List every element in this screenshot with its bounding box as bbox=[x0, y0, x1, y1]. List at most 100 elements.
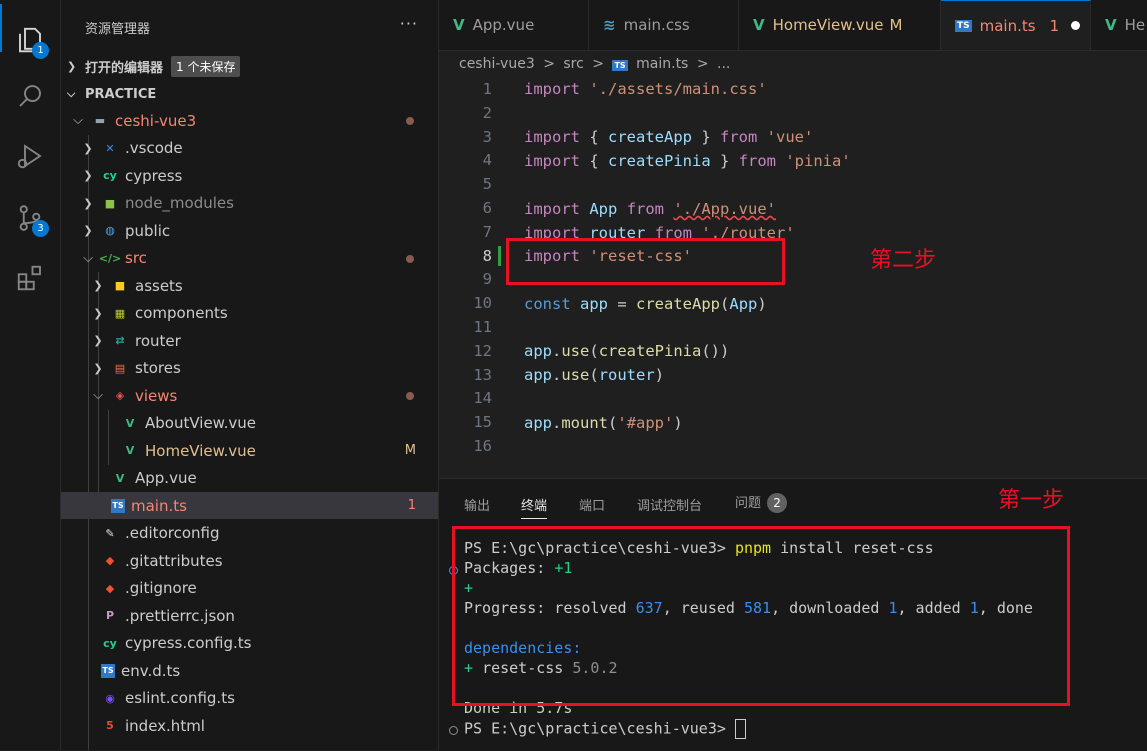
tree-item[interactable]: V AboutView.vue bbox=[61, 410, 438, 437]
vue-icon: V bbox=[753, 16, 765, 34]
tree-item-label: App.vue bbox=[135, 469, 197, 487]
tree-item[interactable]: P .prettierrc.json bbox=[61, 602, 438, 629]
tree-item[interactable]: ❯ ▤ stores bbox=[61, 355, 438, 382]
line-number: 7 bbox=[482, 222, 492, 241]
run-debug-icon[interactable] bbox=[0, 130, 60, 182]
tab-ports[interactable]: 端口 bbox=[579, 495, 605, 514]
src-folder-icon: </> bbox=[98, 251, 122, 265]
project-section[interactable]: ⌵ PRACTICE bbox=[61, 81, 438, 107]
extensions-icon[interactable] bbox=[0, 252, 60, 304]
css-icon: ≋ bbox=[603, 16, 616, 34]
breadcrumb-item[interactable]: ceshi-vue3 bbox=[459, 56, 535, 72]
line-number: 10 bbox=[473, 294, 492, 313]
tree-item[interactable]: ❯ ⇄ router bbox=[61, 327, 438, 354]
tree-item-label: HomeView.vue bbox=[145, 441, 256, 460]
breadcrumb: ceshi-vue3 > src > TS main.ts > ... bbox=[459, 56, 734, 72]
tree-item[interactable]: TS env.d.ts bbox=[61, 657, 438, 684]
git-change-marker bbox=[498, 246, 501, 266]
tree-item[interactable]: V App.vue bbox=[61, 465, 438, 492]
tree-item[interactable]: ❯ ✕ .vscode bbox=[61, 135, 438, 162]
tree-item[interactable]: V HomeView.vue M bbox=[61, 437, 438, 464]
chevron-right-icon: ❯ bbox=[67, 59, 77, 73]
tab-debug-console[interactable]: 调试控制台 bbox=[637, 495, 702, 514]
highlight-box-step2 bbox=[506, 238, 785, 285]
line-number: 14 bbox=[473, 389, 492, 408]
tree-item[interactable]: ❯ ■ assets bbox=[61, 272, 438, 299]
tree-item[interactable]: 5 index.html bbox=[61, 712, 438, 739]
explorer-icon[interactable]: 1 bbox=[0, 14, 60, 66]
search-icon[interactable] bbox=[0, 70, 60, 122]
tree-item-label: components bbox=[135, 304, 228, 322]
tree-item-label: router bbox=[135, 331, 181, 350]
tree-item[interactable]: ❯ ◍ public bbox=[61, 217, 438, 244]
chevron-right-icon: ❯ bbox=[83, 196, 93, 210]
tree-item-label: assets bbox=[135, 276, 183, 295]
chevron-down-icon: ⌵ bbox=[67, 87, 76, 100]
tab-main-css[interactable]: ≋ main.css bbox=[589, 0, 739, 50]
breadcrumb-item[interactable]: src bbox=[563, 56, 583, 72]
chevron-right-icon: ❯ bbox=[93, 361, 103, 375]
tree-item-label: src bbox=[125, 249, 147, 267]
assets-folder-icon: ■ bbox=[114, 279, 126, 292]
tree-item-label: cypress bbox=[125, 166, 183, 185]
open-editors-section[interactable]: ❯ 打开的编辑器 1 个未保存 bbox=[61, 53, 438, 79]
code-line-15: app.mount('#app') bbox=[524, 414, 683, 432]
tree-item[interactable]: TS main.ts 1 bbox=[61, 492, 438, 519]
explorer-sidebar: 资源管理器 ··· ❯ 打开的编辑器 1 个未保存 ⌵ PRACTICE ⌵ ▬ c… bbox=[61, 0, 439, 750]
tree-item[interactable]: ⌵ </> src bbox=[61, 245, 438, 272]
tab-label: HomeView.vue bbox=[772, 16, 884, 34]
tab-main-ts[interactable]: TS main.ts 1 bbox=[941, 0, 1091, 50]
tree-item-label: .gitattributes bbox=[125, 551, 223, 570]
tree-item[interactable]: ◆ .gitattributes bbox=[61, 547, 438, 574]
terminal-cursor bbox=[734, 719, 746, 739]
breadcrumb-sep: > bbox=[696, 56, 709, 72]
tree-item[interactable]: ◆ .gitignore bbox=[61, 575, 438, 602]
tab-homeview-vue[interactable]: V HomeView.vue M bbox=[739, 0, 941, 50]
folder-open-icon: ▬ bbox=[94, 114, 106, 127]
tab-output[interactable]: 输出 bbox=[464, 495, 490, 514]
tree-item[interactable]: ❯ cy cypress bbox=[61, 162, 438, 189]
line-number: 11 bbox=[473, 318, 492, 336]
code-line-12: app.use(createPinia()) bbox=[524, 342, 730, 360]
tree-item[interactable]: ⌵ ◈ views bbox=[61, 382, 438, 409]
more-actions-icon[interactable]: ··· bbox=[400, 14, 418, 33]
tree-item-label: .prettierrc.json bbox=[125, 606, 235, 625]
tab-app-vue[interactable]: V App.vue bbox=[439, 0, 589, 50]
chevron-down-icon: ⌵ bbox=[93, 388, 103, 403]
tree-item[interactable]: ❯ ▦ components bbox=[61, 300, 438, 327]
code-line-1: import './assets/main.css' bbox=[524, 80, 767, 98]
breadcrumb-item[interactable]: main.ts bbox=[636, 56, 688, 72]
tree-item-label: ceshi-vue3 bbox=[115, 111, 197, 130]
tree-item-label: .editorconfig bbox=[125, 524, 220, 542]
vscode-folder-icon: ✕ bbox=[105, 141, 115, 155]
tab-terminal[interactable]: 终端 bbox=[521, 495, 548, 519]
tree-item-label: env.d.ts bbox=[121, 661, 181, 680]
activity-bar: 1 3 bbox=[0, 0, 61, 750]
tree-item[interactable]: ✎ .editorconfig bbox=[61, 520, 438, 547]
annotation-step2: 第二步 bbox=[870, 248, 937, 273]
vue-icon: V bbox=[125, 444, 135, 457]
open-editors-label: 打开的编辑器 bbox=[85, 60, 164, 76]
scm-badge: 3 bbox=[32, 220, 49, 237]
tree-item[interactable]: cy cypress.config.ts bbox=[61, 630, 438, 657]
command-decoration-icon bbox=[449, 726, 458, 735]
chevron-right-icon: ❯ bbox=[83, 224, 93, 237]
tree-item-label: AboutView.vue bbox=[145, 414, 256, 432]
source-control-icon[interactable]: 3 bbox=[0, 192, 60, 244]
tree-item[interactable]: ❯ ■ node_modules bbox=[61, 190, 438, 217]
tab-he[interactable]: V He bbox=[1091, 0, 1147, 50]
line-number: 6 bbox=[482, 199, 492, 217]
breadcrumb-sep: > bbox=[592, 56, 605, 72]
vue-icon: V bbox=[125, 416, 135, 430]
line-number: 2 bbox=[482, 103, 492, 122]
cypress-icon: cy bbox=[103, 636, 117, 650]
tree-item[interactable]: ⌵ ▬ ceshi-vue3 bbox=[61, 107, 438, 134]
tree-item[interactable]: ◉ eslint.config.ts bbox=[61, 685, 438, 712]
code-line-3: import { createApp } from 'vue' bbox=[524, 128, 814, 146]
unsaved-dot-icon[interactable] bbox=[1071, 21, 1081, 30]
tab-problems[interactable]: 问题 2 bbox=[735, 492, 788, 513]
tree-item-label: node_modules bbox=[125, 194, 234, 212]
globe-folder-icon: ◍ bbox=[105, 224, 115, 237]
breadcrumb-item[interactable]: ... bbox=[717, 56, 730, 72]
terminal-prompt[interactable]: PS E:\gc\practice\ceshi-vue3> bbox=[464, 719, 746, 739]
